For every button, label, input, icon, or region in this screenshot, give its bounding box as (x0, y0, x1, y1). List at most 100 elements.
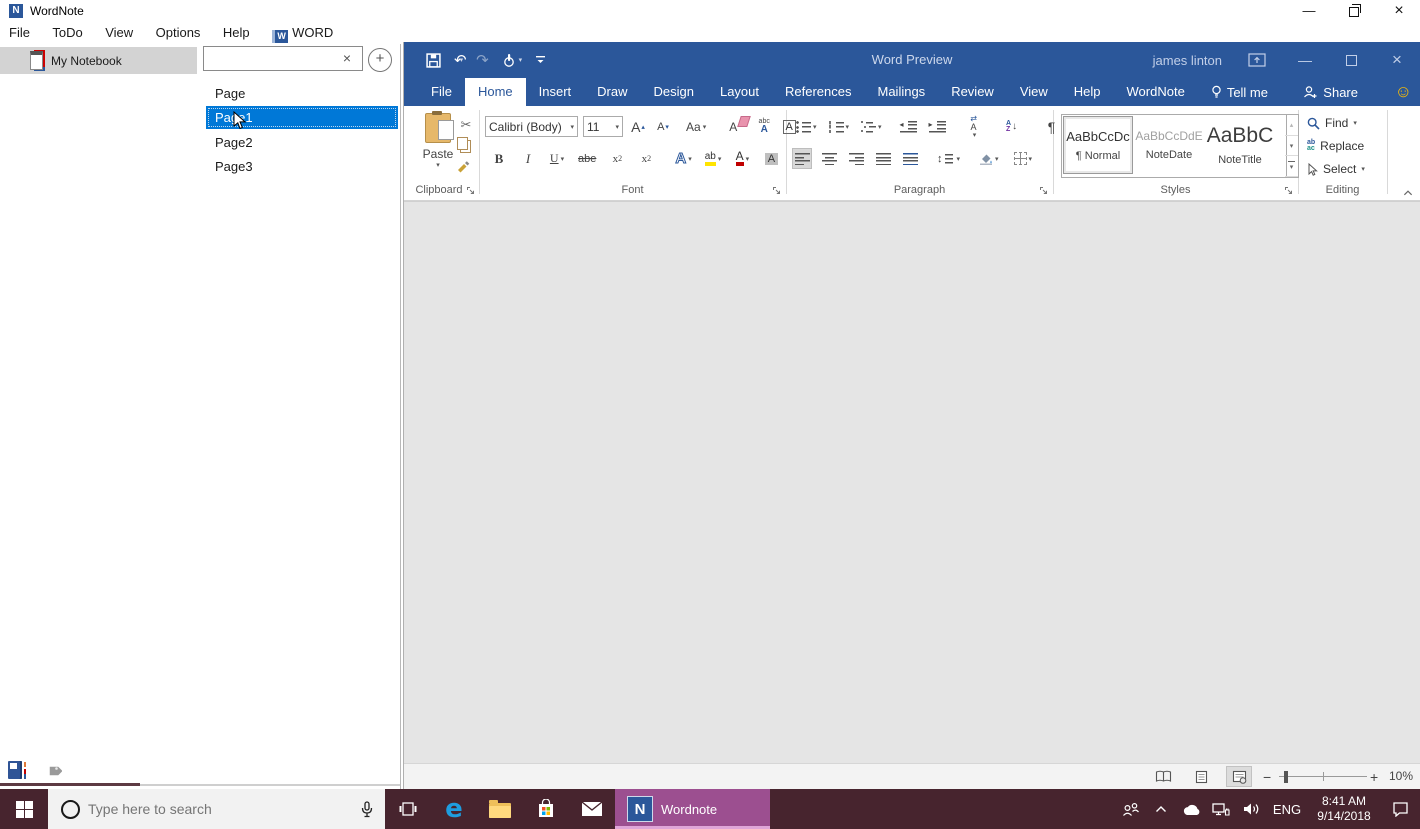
zoom-out-button[interactable]: − (1263, 769, 1271, 785)
taskbar-wordnote-active[interactable]: N Wordnote (615, 789, 770, 829)
paste-dropdown-icon[interactable]: ▾ (436, 161, 440, 169)
center-button[interactable] (819, 148, 839, 169)
tray-chevron-up-icon[interactable] (1146, 805, 1176, 813)
replace-button[interactable]: abac Replace (1307, 139, 1364, 153)
touch-mode-dropdown-icon[interactable]: ▾ (519, 56, 523, 64)
change-case-button[interactable]: Aa (684, 116, 708, 137)
strikethrough-button[interactable]: abe (576, 148, 598, 169)
phonetic-guide-button[interactable]: abcA (754, 116, 774, 137)
decrease-indent-button[interactable] (898, 116, 919, 137)
menu-item-help[interactable]: Help (214, 22, 259, 43)
highlight-button[interactable]: ab (703, 148, 724, 169)
people-icon[interactable] (1116, 802, 1146, 817)
menu-item-view[interactable]: View (96, 22, 142, 43)
tab-review[interactable]: Review (938, 78, 1007, 106)
styles-scroll-down[interactable]: ▾ (1285, 136, 1298, 157)
show-hide-button[interactable]: ¶ (1042, 116, 1062, 137)
tab-file[interactable]: File (418, 78, 465, 106)
numbering-button[interactable] (827, 116, 852, 137)
subscript-button[interactable]: x2 (607, 148, 627, 169)
print-layout-button[interactable] (1188, 766, 1214, 787)
clear-search-button[interactable]: × (338, 48, 356, 68)
action-center-button[interactable] (1380, 801, 1420, 817)
styles-more-button[interactable]: ▾ (1285, 156, 1298, 177)
styles-dialog-launcher[interactable] (1284, 186, 1294, 196)
font-color-button[interactable]: A (732, 148, 752, 169)
word-maximize-button[interactable] (1328, 42, 1374, 78)
zoom-level[interactable]: 10% (1389, 769, 1413, 783)
word-minimize-button[interactable]: — (1282, 42, 1328, 78)
font-name-select[interactable]: Calibri (Body)▾ (485, 116, 578, 137)
menu-item-todo[interactable]: ToDo (43, 22, 91, 43)
customize-qat-icon[interactable] (535, 54, 546, 66)
tag-icon[interactable] (46, 763, 62, 779)
underline-button[interactable]: U (547, 148, 567, 169)
bold-button[interactable]: B (489, 148, 509, 169)
align-right-button[interactable] (846, 148, 866, 169)
notebook-button[interactable]: My Notebook (0, 47, 197, 74)
superscript-button[interactable]: x2 (636, 148, 656, 169)
clipboard-dialog-launcher[interactable] (466, 186, 476, 196)
format-painter-button[interactable] (456, 159, 470, 173)
cut-button[interactable]: ✂ (456, 114, 476, 135)
find-dropdown-icon[interactable]: ▾ (1353, 119, 1357, 127)
italic-button[interactable]: I (518, 148, 538, 169)
styles-scroll-up[interactable]: ▴ (1285, 115, 1298, 136)
font-size-select[interactable]: 11▾ (583, 116, 623, 137)
notebook-shortcut-icon[interactable] (8, 761, 22, 779)
tab-layout[interactable]: Layout (707, 78, 772, 106)
touch-mode-button[interactable]: ▾ (502, 53, 523, 68)
page-item[interactable]: Page2 (215, 135, 253, 150)
collapse-ribbon-button[interactable] (1403, 188, 1413, 198)
increase-indent-button[interactable] (927, 116, 948, 137)
tab-insert[interactable]: Insert (526, 78, 585, 106)
style-notetitle[interactable]: AaBbC NoteTitle (1205, 116, 1275, 174)
taskbar-store[interactable] (523, 789, 569, 829)
tab-mailings[interactable]: Mailings (865, 78, 939, 106)
restore-button[interactable] (1340, 0, 1368, 22)
network-icon[interactable] (1206, 802, 1236, 817)
taskbar-search[interactable] (48, 789, 385, 829)
document-canvas[interactable] (404, 201, 1420, 764)
paragraph-dialog-launcher[interactable] (1039, 186, 1049, 196)
copy-button[interactable] (457, 137, 468, 150)
sort-button[interactable]: AZ ↓ (1002, 116, 1022, 137)
distribute-button[interactable] (900, 148, 920, 169)
read-mode-button[interactable] (1150, 766, 1176, 787)
taskbar-explorer[interactable] (477, 789, 523, 829)
close-button[interactable]: × (1385, 0, 1413, 22)
taskbar-mail[interactable] (569, 789, 615, 829)
style-notedate[interactable]: AaBbCcDdE NoteDate (1134, 116, 1204, 174)
menu-item-file[interactable]: File (0, 22, 39, 43)
tell-me-box[interactable]: Tell me (1198, 78, 1281, 106)
taskbar-edge[interactable]: e (431, 789, 477, 829)
font-dialog-launcher[interactable] (772, 186, 782, 196)
select-button[interactable]: Select ▾ (1307, 162, 1365, 176)
find-button[interactable]: Find ▾ (1307, 116, 1357, 130)
zoom-in-button[interactable]: + (1370, 769, 1378, 785)
tab-draw[interactable]: Draw (584, 78, 640, 106)
multilevel-list-button[interactable] (859, 116, 884, 137)
volume-icon[interactable] (1236, 802, 1266, 816)
tab-view[interactable]: View (1007, 78, 1061, 106)
tab-help[interactable]: Help (1061, 78, 1114, 106)
menu-item-word[interactable]: WWORD (263, 22, 342, 46)
shrink-font-button[interactable]: A (653, 116, 673, 137)
menu-item-options[interactable]: Options (147, 22, 210, 43)
page-item[interactable]: Page (215, 86, 245, 101)
tab-references[interactable]: References (772, 78, 864, 106)
share-button[interactable]: Share (1293, 78, 1368, 106)
task-view-button[interactable] (385, 789, 431, 829)
style-normal[interactable]: AaBbCcDc ¶ Normal (1063, 116, 1133, 174)
select-dropdown-icon[interactable]: ▾ (1361, 165, 1365, 173)
onedrive-icon[interactable] (1176, 803, 1206, 816)
clear-formatting-button[interactable]: A (723, 116, 749, 137)
grow-font-button[interactable]: A (628, 116, 648, 137)
text-effects-button[interactable]: A (673, 148, 693, 169)
word-close-button[interactable]: × (1374, 42, 1420, 78)
add-page-button[interactable]: + (368, 48, 392, 72)
minimize-button[interactable]: — (1295, 0, 1323, 22)
align-left-button[interactable] (792, 148, 812, 169)
clock[interactable]: 8:41 AM 9/14/2018 (1308, 794, 1380, 824)
undo-button[interactable]: ↶▾ (454, 53, 463, 68)
